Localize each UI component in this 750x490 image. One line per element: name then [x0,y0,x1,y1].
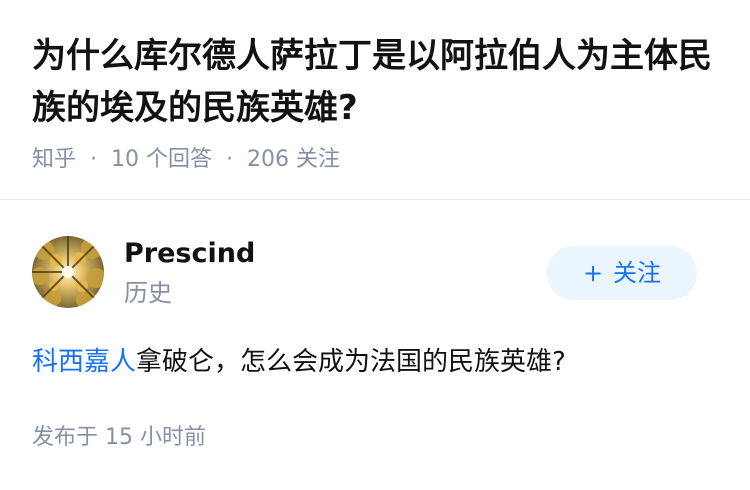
followers-count: 206 关注 [247,147,340,172]
question-header: 为什么库尔德人萨拉丁是以阿拉伯人为主体民族的埃及的民族英雄? 知乎 · 10 个回答… [0,0,750,200]
author-name[interactable]: Prescind [124,236,255,272]
separator-dot: · [226,147,234,172]
answer-content[interactable]: 科西嘉人拿破仑，怎么会成为法国的民族英雄? [32,342,722,382]
source-label: 知乎 [32,147,77,172]
question-title[interactable]: 为什么库尔德人萨拉丁是以阿拉伯人为主体民族的埃及的民族英雄? [32,30,732,134]
author-bio: 历史 [124,279,172,307]
question-meta: 知乎 · 10 个回答 · 206 关注 [32,142,340,178]
answers-count-label: 个回答 [146,147,213,172]
topic-link[interactable]: 科西嘉人 [32,347,136,377]
separator-dot: · [90,147,98,172]
answers-count[interactable]: 10 个回答 [111,147,212,172]
answer-card: Prescind 历史 + 关注 科西嘉人拿破仑，怎么会成为法国的民族英雄? 发布… [0,200,750,490]
publish-time: 发布于 15 小时前 [32,422,206,454]
plus-icon: + [582,259,604,287]
follow-button[interactable]: + 关注 [547,246,697,300]
publish-label: 发布于 [32,425,99,450]
publish-time-value: 15 小时前 [105,425,207,450]
avatar-image [32,236,104,308]
answers-count-number: 10 [111,147,140,172]
avatar[interactable] [32,236,104,308]
follow-button-label: 关注 [613,259,662,287]
followers-count-number: 206 [247,147,290,172]
followers-count-label: 关注 [296,147,341,172]
answer-text: 拿破仑，怎么会成为法国的民族英雄? [136,347,566,377]
